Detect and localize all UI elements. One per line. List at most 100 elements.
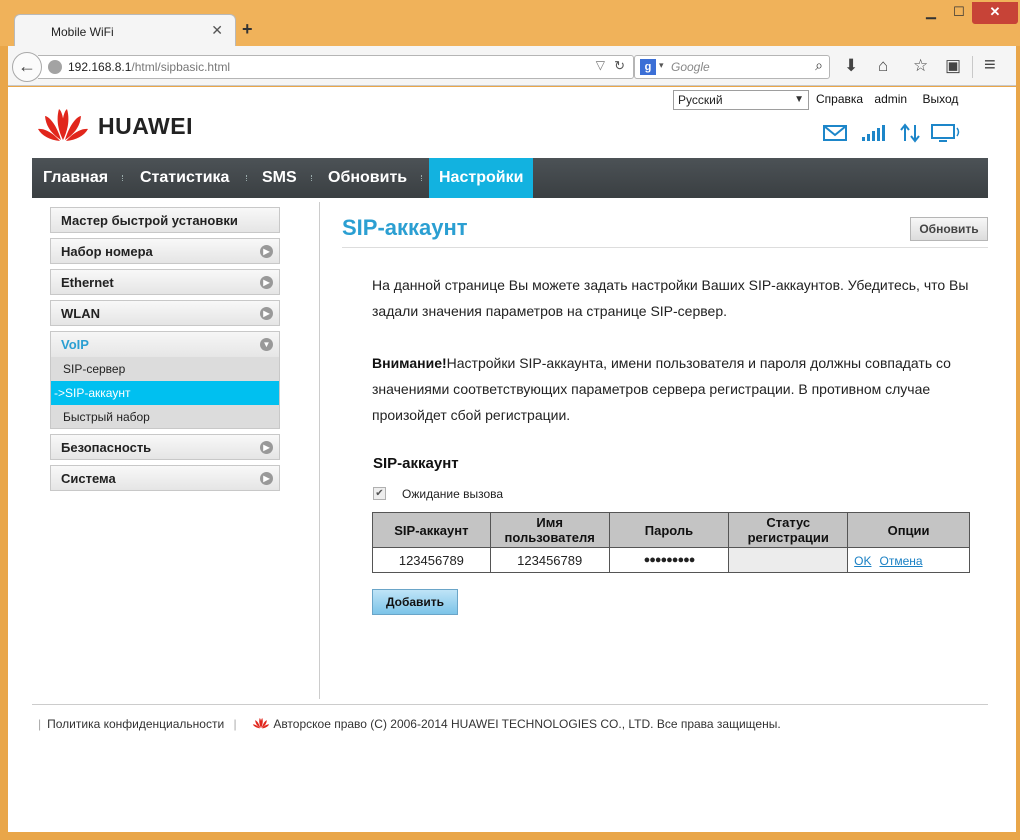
- sidebar-subitem-label: SIP-сервер: [63, 362, 126, 376]
- chevron-right-icon: ▶: [260, 441, 273, 454]
- sidebar-subitem-sip-account[interactable]: ->SIP-аккаунт: [50, 381, 280, 405]
- column-header-status: Статус регистрации: [728, 512, 849, 548]
- search-icon[interactable]: ⌕: [815, 57, 823, 74]
- sidebar-item-quick-setup[interactable]: Мастер быстрой установки: [50, 207, 280, 233]
- language-select[interactable]: Русский ▼: [673, 90, 809, 110]
- chevron-right-icon: ▶: [260, 472, 273, 485]
- sidebar-item-dialup[interactable]: Набор номера ▶: [50, 238, 280, 264]
- web-page: Русский ▼ Справка admin Выход HUAWEI Гла…: [8, 87, 1016, 832]
- sidebar-item-system[interactable]: Система ▶: [50, 465, 280, 491]
- footer-divider: [32, 704, 988, 705]
- menu-home[interactable]: Главная: [43, 158, 108, 198]
- cancel-link[interactable]: Отмена: [880, 554, 923, 568]
- browser-tab[interactable]: Mobile WiFi ✕: [14, 14, 236, 47]
- column-header-username: Имя пользователя: [489, 512, 610, 548]
- globe-icon: [48, 60, 62, 74]
- sidebar-item-voip[interactable]: VoIP ▼: [50, 331, 280, 357]
- huawei-small-logo-icon: [252, 717, 270, 729]
- monitor-icon: [931, 124, 960, 142]
- url-text[interactable]: 192.168.8.1/html/sipbasic.html: [68, 60, 230, 74]
- menu-separator: [246, 175, 248, 181]
- sidebar-item-label: Система: [61, 471, 116, 486]
- password-cell[interactable]: ●●●●●●●●●: [608, 547, 730, 573]
- sidebar-item-label: Набор номера: [61, 244, 153, 259]
- call-waiting-checkbox[interactable]: ✔: [373, 487, 386, 500]
- sidebar-item-label: Мастер быстрой установки: [61, 213, 238, 228]
- menu-statistics[interactable]: Статистика: [140, 158, 229, 198]
- search-engine-dropdown-icon[interactable]: ▾: [659, 60, 664, 71]
- chevron-down-icon: ▼: [260, 338, 273, 351]
- chevron-right-icon: ▶: [260, 276, 273, 289]
- google-g-icon[interactable]: g: [640, 59, 656, 75]
- table-header-row: SIP-аккаунт Имя пользователя Пароль Стат…: [372, 512, 970, 548]
- sidebar-item-label: Безопасность: [61, 440, 152, 455]
- warning-body: Настройки SIP-аккаунта, имени пользовате…: [372, 355, 951, 423]
- search-bar[interactable]: g ▾ Google ⌕: [634, 55, 830, 79]
- new-tab-icon[interactable]: +: [242, 19, 253, 40]
- close-window-button[interactable]: ✕: [972, 2, 1018, 24]
- maximize-button[interactable]: ☐: [946, 2, 972, 24]
- logout-link[interactable]: Выход: [922, 92, 958, 106]
- username-cell[interactable]: 123456789: [489, 547, 610, 573]
- menu-sms[interactable]: SMS: [262, 158, 297, 198]
- sidebar-subitem-label: Быстрый набор: [63, 410, 150, 424]
- menu-separator: [421, 175, 423, 181]
- sidebar-item-label: WLAN: [61, 306, 100, 321]
- address-bar[interactable]: 192.168.8.1/html/sipbasic.html ▽ ↻: [38, 55, 634, 79]
- sidebar-subitem-sip-server[interactable]: SIP-сервер: [50, 357, 280, 381]
- menu-icon[interactable]: ≡: [984, 54, 996, 77]
- browser-navbar: 192.168.8.1/html/sipbasic.html ▽ ↻ ← g ▾…: [8, 46, 1016, 86]
- refresh-button[interactable]: Обновить: [910, 217, 988, 241]
- menu-separator: [122, 175, 124, 181]
- reload-icon[interactable]: ↻: [614, 58, 625, 74]
- page-title: SIP-аккаунт: [342, 215, 468, 240]
- help-link[interactable]: Справка: [816, 92, 863, 106]
- menu-separator: [311, 175, 313, 181]
- sidebar-subitem-speed-dial[interactable]: Быстрый набор: [50, 405, 280, 429]
- ok-link[interactable]: OK: [854, 554, 871, 568]
- toolbar-divider: [972, 56, 973, 78]
- tab-close-icon[interactable]: ✕: [211, 22, 223, 39]
- url-dropdown-icon[interactable]: ▽: [596, 58, 605, 72]
- menu-update[interactable]: Обновить: [328, 158, 407, 198]
- sidebar-item-label: Ethernet: [61, 275, 114, 290]
- bookmarks-icon[interactable]: ▣: [945, 56, 961, 76]
- sidebar-item-wlan[interactable]: WLAN ▶: [50, 300, 280, 326]
- language-value: Русский: [678, 93, 723, 107]
- options-cell: OK Отмена: [847, 547, 970, 573]
- logo-text: HUAWEI: [98, 113, 193, 139]
- tab-title: Mobile WiFi: [51, 25, 114, 39]
- section-title: SIP-аккаунт: [373, 455, 459, 472]
- copyright-text: Авторское право (C) 2006-2014 HUAWEI TEC…: [273, 717, 781, 731]
- transfer-icon: [900, 123, 920, 143]
- minimize-button[interactable]: ▁: [916, 2, 946, 24]
- footer-separator: |: [233, 717, 237, 731]
- footer: | Политика конфиденциальности | Авторское…: [38, 716, 781, 731]
- main-menu: Главная Статистика SMS Обновить Настройк…: [32, 158, 988, 198]
- menu-settings[interactable]: Настройки: [429, 158, 534, 198]
- sidebar-item-label: VoIP: [61, 337, 89, 352]
- huawei-logo: HUAWEI: [36, 103, 226, 147]
- table-row: 123456789 123456789 ●●●●●●●●● OK Отмена: [372, 547, 970, 573]
- column-header-account: SIP-аккаунт: [372, 512, 491, 548]
- title-divider: [342, 247, 988, 248]
- warning-text: Внимание!Настройки SIP-аккаунта, имени п…: [372, 350, 972, 428]
- download-icon[interactable]: ⬇: [844, 56, 858, 76]
- account-cell[interactable]: 123456789: [372, 547, 491, 573]
- sip-account-table: SIP-аккаунт Имя пользователя Пароль Стат…: [372, 512, 970, 573]
- status-cell: [728, 547, 849, 573]
- sidebar-divider: [319, 202, 320, 699]
- privacy-link[interactable]: Политика конфиденциальности: [47, 717, 224, 731]
- star-icon[interactable]: ☆: [913, 56, 928, 76]
- mail-icon[interactable]: [822, 123, 848, 143]
- sidebar-subitem-label: ->SIP-аккаунт: [54, 386, 131, 400]
- back-button[interactable]: ←: [12, 52, 42, 82]
- home-icon[interactable]: ⌂: [878, 56, 888, 76]
- sidebar-item-ethernet[interactable]: Ethernet ▶: [50, 269, 280, 295]
- column-header-password: Пароль: [608, 512, 730, 548]
- add-button[interactable]: Добавить: [372, 589, 458, 615]
- sidebar-item-security[interactable]: Безопасность ▶: [50, 434, 280, 460]
- footer-separator: |: [38, 717, 42, 731]
- url-host: 192.168.8.1: [68, 60, 132, 74]
- intro-text: На данной странице Вы можете задать наст…: [372, 277, 969, 319]
